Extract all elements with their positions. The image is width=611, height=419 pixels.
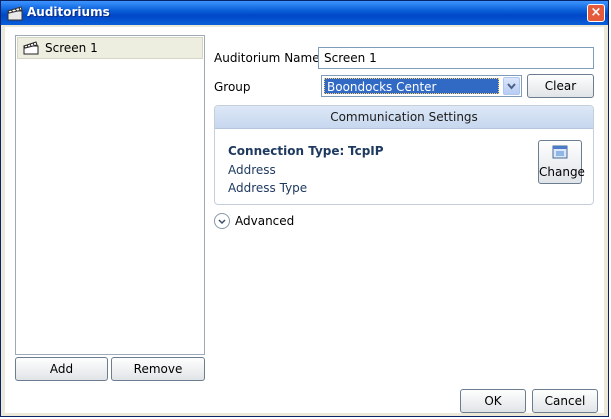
change-button[interactable]: Change	[538, 140, 585, 184]
clear-button[interactable]: Clear	[527, 74, 594, 98]
auditorium-name-field[interactable]: Screen 1	[318, 47, 594, 69]
advanced-toggle[interactable]	[214, 213, 230, 229]
connection-type-value: TcpIP	[348, 144, 384, 158]
window-title: Auditoriums	[27, 5, 110, 19]
address-type-label: Address Type	[228, 181, 308, 195]
communication-settings-panel: Communication Settings Connection Type: …	[214, 105, 594, 205]
cancel-button[interactable]: Cancel	[532, 389, 598, 413]
connection-type-label: Connection Type:	[228, 144, 345, 158]
chevron-down-icon	[218, 219, 226, 225]
list-item-label: Screen 1	[45, 41, 98, 55]
remove-button[interactable]: Remove	[111, 357, 205, 381]
communication-settings-header: Communication Settings	[215, 106, 593, 129]
auditoriums-window: Auditoriums × Screen 1 Add Remove Audito…	[0, 0, 609, 417]
close-button[interactable]: ×	[587, 4, 605, 22]
clapperboard-icon	[23, 41, 39, 55]
group-selected-value: Boondocks Center	[324, 78, 499, 94]
change-label: Change	[539, 165, 585, 179]
auditorium-name-label: Auditorium Name	[214, 51, 320, 65]
add-button[interactable]: Add	[15, 357, 108, 381]
auditorium-list[interactable]: Screen 1	[15, 35, 205, 355]
list-item[interactable]: Screen 1	[17, 37, 203, 59]
advanced-label[interactable]: Advanced	[235, 214, 294, 228]
group-select[interactable]: Boondocks Center	[321, 75, 522, 97]
close-icon: ×	[590, 5, 602, 20]
window-client: Screen 1 Add Remove Auditorium Name Scre…	[5, 27, 604, 413]
address-label: Address	[228, 163, 276, 177]
window-settings-icon	[552, 145, 568, 159]
ok-button[interactable]: OK	[460, 389, 526, 413]
dropdown-arrow[interactable]	[503, 77, 520, 95]
clapperboard-icon	[7, 6, 23, 21]
chevron-down-icon	[507, 83, 516, 90]
title-bar[interactable]: Auditoriums ×	[1, 1, 608, 25]
group-label: Group	[214, 80, 251, 94]
